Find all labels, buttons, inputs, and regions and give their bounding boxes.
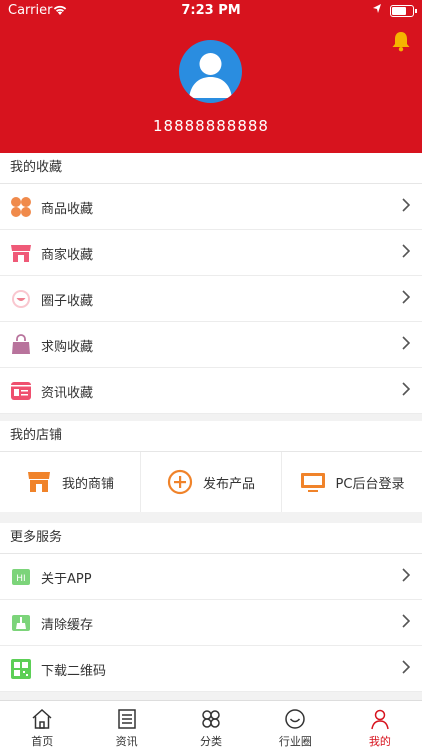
- bag-icon: [10, 334, 32, 356]
- chevron-right-icon: [402, 244, 411, 258]
- tab-news[interactable]: 资讯: [84, 701, 168, 751]
- location-arrow-icon: [372, 3, 382, 19]
- shop-icon: [26, 469, 52, 495]
- hi-icon: HI: [10, 566, 32, 588]
- services-section: 更多服务 HI 关于APP 清除缓存 下载二维码: [0, 523, 422, 692]
- avatar[interactable]: [179, 40, 242, 103]
- battery-icon: [390, 5, 417, 17]
- about-app-row[interactable]: HI 关于APP: [0, 554, 422, 600]
- chevron-right-icon: [402, 568, 411, 582]
- chevron-right-icon: [402, 198, 411, 212]
- tab-label: 分类: [200, 735, 223, 748]
- row-label: 商家收藏: [41, 248, 94, 263]
- plus-circle-icon: [167, 469, 193, 495]
- smile-circle-icon: [10, 288, 32, 310]
- circle-icon: [285, 709, 306, 729]
- news-card-icon: [10, 380, 32, 402]
- my-shop-button[interactable]: 我的商铺: [0, 452, 141, 512]
- pc-login-label: PC后台登录: [335, 476, 405, 492]
- chevron-right-icon: [402, 290, 411, 304]
- clear-cache-row[interactable]: 清除缓存: [0, 600, 422, 646]
- publish-product-label: 发布产品: [202, 476, 255, 492]
- tab-home[interactable]: 首页: [0, 701, 84, 751]
- favorites-section: 我的收藏 商品收藏 商家收藏 圈子收藏 求购收藏 资讯收藏: [0, 153, 422, 414]
- section-title-services: 更多服务: [0, 523, 422, 554]
- news-icon: [117, 709, 136, 729]
- section-title-favorites: 我的收藏: [0, 153, 422, 184]
- row-label: 圈子收藏: [41, 294, 94, 309]
- tab-category[interactable]: 分类: [169, 701, 253, 751]
- tab-label: 资讯: [115, 735, 138, 748]
- tab-label: 首页: [31, 735, 54, 748]
- favorite-news-row[interactable]: 资讯收藏: [0, 368, 422, 414]
- tab-label: 我的: [368, 735, 391, 748]
- favorite-requests-row[interactable]: 求购收藏: [0, 322, 422, 368]
- favorite-circles-row[interactable]: 圈子收藏: [0, 276, 422, 322]
- clover-icon: [10, 196, 32, 218]
- status-bar: Carrier 7:23 PM: [0, 0, 422, 22]
- row-label: 资讯收藏: [41, 386, 94, 401]
- shop-actions: 我的商铺 发布产品 PC后台登录: [0, 452, 422, 512]
- clock: 7:23 PM: [181, 3, 241, 18]
- chevron-right-icon: [402, 614, 411, 628]
- section-title-shop: 我的店铺: [0, 421, 422, 452]
- store-icon: [10, 242, 32, 264]
- shop-section: 我的店铺 我的商铺 发布产品 PC后台登录: [0, 421, 422, 512]
- row-label: 关于APP: [41, 572, 92, 587]
- tab-label: 行业圈: [278, 735, 312, 748]
- broom-icon: [10, 612, 32, 634]
- home-icon: [32, 708, 52, 729]
- my-shop-label: 我的商铺: [61, 476, 114, 492]
- svg-text:HI: HI: [16, 574, 25, 584]
- user-icon: [371, 709, 389, 730]
- row-label: 下载二维码: [41, 664, 107, 679]
- download-qrcode-row[interactable]: 下载二维码: [0, 646, 422, 692]
- favorite-merchants-row[interactable]: 商家收藏: [0, 230, 422, 276]
- row-label: 求购收藏: [41, 340, 94, 355]
- chevron-right-icon: [402, 336, 411, 350]
- row-label: 清除缓存: [41, 618, 94, 633]
- favorite-goods-row[interactable]: 商品收藏: [0, 184, 422, 230]
- tab-mine[interactable]: 我的: [338, 701, 422, 751]
- row-label: 商品收藏: [41, 202, 94, 217]
- category-icon: [202, 710, 220, 728]
- tab-bar: 首页 资讯 分类 行业圈 我的: [0, 700, 422, 751]
- tab-industry-circle[interactable]: 行业圈: [253, 701, 337, 751]
- bell-icon[interactable]: [390, 30, 412, 56]
- chevron-right-icon: [402, 660, 411, 674]
- pc-login-button[interactable]: PC后台登录: [282, 452, 422, 512]
- user-phone: 18888888888: [153, 117, 269, 135]
- monitor-icon: [300, 469, 326, 495]
- qrcode-icon: [10, 658, 32, 680]
- chevron-right-icon: [402, 382, 411, 396]
- publish-product-button[interactable]: 发布产品: [141, 452, 282, 512]
